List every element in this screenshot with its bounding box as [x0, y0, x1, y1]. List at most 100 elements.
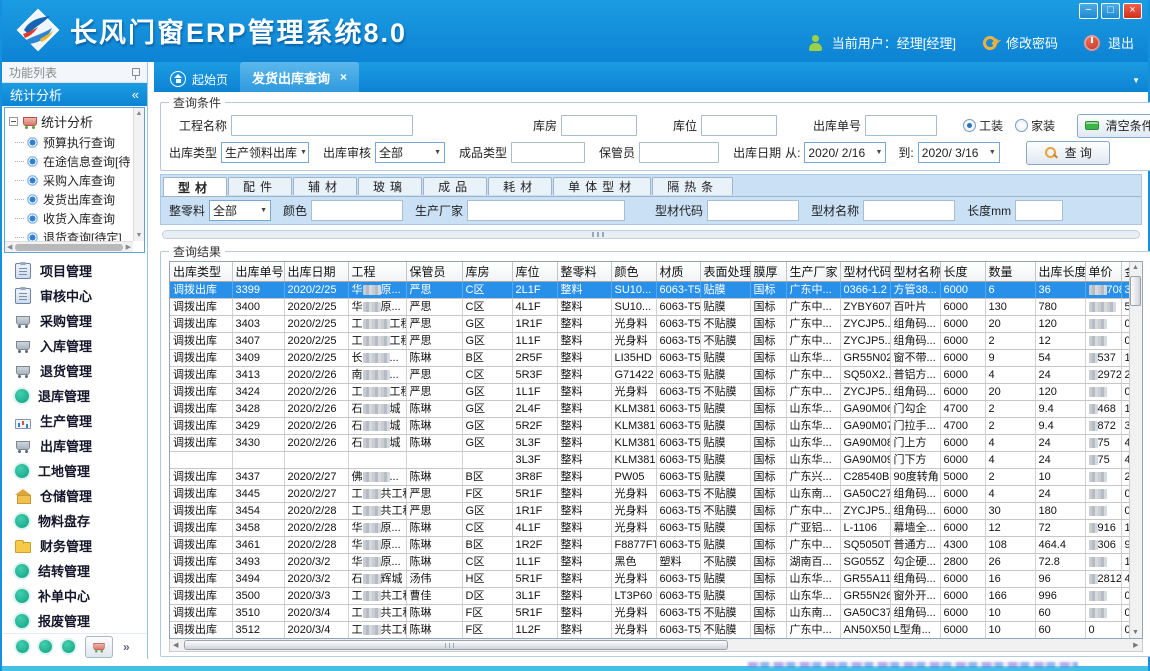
sidebar-item[interactable]: 退货管理	[2, 358, 147, 383]
dot-icon[interactable]	[62, 640, 75, 653]
material-tab[interactable]: 玻璃	[358, 177, 422, 195]
tree-horizontal-scrollbar[interactable]: ◀▶	[5, 241, 133, 252]
column-header[interactable]: 保管员	[406, 262, 462, 281]
sidebar-item[interactable]: 入库管理	[2, 333, 147, 358]
order-no-input[interactable]	[865, 115, 937, 136]
tree-root[interactable]: 统计分析	[5, 108, 144, 133]
tab-home[interactable]: 起始页	[158, 66, 240, 92]
table-row[interactable]: 调拨出库34072020/2/25工工程严思G区1L1F整料光身料6063-T5…	[170, 332, 1141, 349]
material-tab[interactable]: 隔热条	[652, 177, 733, 195]
table-row[interactable]: 调拨出库34242020/2/26工工程严思G区1L1F整料光身料6063-T5…	[170, 383, 1141, 400]
tree-item[interactable]: 预算执行查询	[15, 133, 144, 152]
sidebar-item[interactable]: 审核中心	[2, 283, 147, 308]
whole-part-select[interactable]: 全部▼	[209, 200, 271, 221]
table-row[interactable]: 调拨出库34452020/2/27工共工程严思F区5R1F整料光身料6063-T…	[170, 485, 1141, 502]
scrollbar-thumb[interactable]	[15, 244, 122, 251]
search-button[interactable]: 查 询	[1026, 141, 1110, 165]
close-button[interactable]: ×	[1123, 3, 1142, 19]
tab-close-icon[interactable]: ×	[340, 70, 347, 84]
sidebar-item[interactable]: 财务管理	[2, 533, 147, 558]
column-header[interactable]: 材质	[656, 262, 700, 281]
tree-vertical-scrollbar[interactable]: ▲▼	[133, 108, 144, 241]
column-header[interactable]: 型材名称	[890, 262, 940, 281]
sidebar-item[interactable]: 项目管理	[2, 258, 147, 283]
panel-scrollbar[interactable]	[162, 230, 1140, 239]
table-row[interactable]: 调拨出库34292020/2/26石城陈琳G区5R2F整料KLM38176063…	[170, 417, 1141, 434]
material-tab[interactable]: 成品	[423, 177, 487, 195]
column-header[interactable]: 型材代码	[840, 262, 890, 281]
column-header[interactable]: 工程	[348, 262, 406, 281]
horizontal-scrollbar-thumb[interactable]	[184, 640, 728, 650]
table-row[interactable]: 调拨出库34002020/2/25华原...严思C区4L1F整料SU10...6…	[170, 298, 1141, 315]
table-row[interactable]: 调拨出库35122020/3/4工共工程陈琳F区1L2F整料光身料6063-T5…	[170, 621, 1141, 638]
date-to-select[interactable]: 2020/ 3/16▼	[918, 142, 1000, 163]
sidebar-item[interactable]: 结转管理	[2, 558, 147, 583]
scroll-right-icon[interactable]: ▶	[1133, 641, 1138, 649]
length-input[interactable]	[1015, 200, 1063, 221]
column-header[interactable]: 出库类型	[170, 262, 232, 281]
radio-gongzhuang[interactable]: 工装	[963, 117, 1003, 134]
material-tab[interactable]: 型材	[163, 177, 227, 196]
sidebar-item[interactable]: 出库管理	[2, 433, 147, 458]
scroll-right-icon[interactable]: ▶	[126, 243, 131, 251]
scrollbar-grip[interactable]	[592, 232, 606, 237]
cart-toolbar-button[interactable]	[85, 636, 113, 658]
table-row[interactable]: 调拨出库34132020/2/26南...严思C区5R3F整料G71422606…	[170, 366, 1141, 383]
column-header[interactable]: 单价	[1085, 262, 1121, 281]
profile-name-input[interactable]	[863, 200, 955, 221]
column-header[interactable]: 颜色	[611, 262, 656, 281]
product-type-input[interactable]	[511, 142, 585, 163]
table-horizontal-scrollbar[interactable]: ◀▶	[169, 639, 1143, 652]
column-header[interactable]: 出库日期	[284, 262, 348, 281]
sidebar-item[interactable]: 物料盘存	[2, 508, 147, 533]
scroll-up-icon[interactable]: ▲	[136, 110, 143, 117]
maximize-button[interactable]: □	[1101, 3, 1120, 19]
scroll-left-icon[interactable]: ◀	[173, 641, 178, 649]
table-row[interactable]: 调拨出库34032020/2/25工工程严思G区1R1F整料光身料6063-T5…	[170, 315, 1141, 332]
column-header[interactable]: 生产厂家	[786, 262, 840, 281]
table-row[interactable]: 调拨出库33992020/2/25华原...严思C区2L1F整料SU10...6…	[170, 281, 1141, 298]
change-password-button[interactable]: 修改密码	[1006, 33, 1058, 52]
audit-select[interactable]: 全部▼	[375, 142, 445, 163]
table-row[interactable]: 调拨出库34612020/2/28华原...陈琳B区1R2F整料F8877FT6…	[170, 536, 1141, 553]
table-row[interactable]: 调拨出库34942020/3/2石辉城汤伟H区5R1F整料光身料6063-T5贴…	[170, 570, 1141, 587]
pin-icon[interactable]	[132, 68, 140, 76]
sidebar-item[interactable]: 工地管理	[2, 458, 147, 483]
column-header[interactable]: 长度	[940, 262, 985, 281]
table-vertical-scrollbar[interactable]: ▲▼	[1129, 262, 1142, 638]
maker-input[interactable]	[467, 200, 625, 221]
table-row[interactable]: 3L3F整料KLM38176063-T5贴膜国标山东华...GA90M09.门下…	[170, 451, 1141, 468]
color-input[interactable]	[311, 200, 403, 221]
collapse-icon[interactable]: «	[132, 87, 139, 102]
keeper-input[interactable]	[639, 142, 719, 163]
column-header[interactable]: 数量	[985, 262, 1035, 281]
minimize-button[interactable]: −	[1079, 3, 1098, 19]
column-header[interactable]: 整零料	[557, 262, 611, 281]
radio-jiazhuang[interactable]: 家装	[1015, 117, 1055, 134]
scroll-down-icon[interactable]: ▼	[1132, 629, 1139, 636]
table-row[interactable]: 调拨出库34582020/2/28华原...陈琳C区4L1F整料光身料6063-…	[170, 519, 1141, 536]
table-row[interactable]: 调拨出库34302020/2/26石城陈琳G区3L3F整料KLM38176063…	[170, 434, 1141, 451]
material-tab[interactable]: 单体型材	[553, 177, 651, 195]
tree-item[interactable]: 采购入库查询	[15, 171, 144, 190]
material-tab[interactable]: 辅材	[293, 177, 357, 195]
column-header[interactable]: 库房	[462, 262, 512, 281]
scroll-left-icon[interactable]: ◀	[7, 243, 12, 251]
table-row[interactable]: 调拨出库34542020/2/28工共工程严思G区1R1F整料光身料6063-T…	[170, 502, 1141, 519]
sidebar-item[interactable]: 报废管理	[2, 608, 147, 633]
tab-shipment-query[interactable]: 发货出库查询 ×	[240, 62, 359, 92]
logout-button[interactable]: 退出	[1108, 33, 1134, 52]
out-type-select[interactable]: 生产领料出库▼	[221, 142, 309, 163]
table-row[interactable]: 调拨出库34282020/2/26石城陈琳G区2L4F整料KLM38176063…	[170, 400, 1141, 417]
sidebar-item[interactable]: 生产管理	[2, 408, 147, 433]
vertical-scrollbar-thumb[interactable]	[1130, 276, 1141, 306]
sidebar-item[interactable]: 采购管理	[2, 308, 147, 333]
sidebar-item[interactable]: 补单中心	[2, 583, 147, 608]
column-header[interactable]: 出库长度	[1035, 262, 1085, 281]
dot-icon[interactable]	[39, 640, 52, 653]
table-row[interactable]: 调拨出库35002020/3/3工共工程曹佳D区3L1F整料LT3P606063…	[170, 587, 1141, 604]
tree-item[interactable]: 在途信息查询[待	[15, 152, 144, 171]
location-input[interactable]	[701, 115, 777, 136]
tree-item[interactable]: 发货出库查询	[15, 190, 144, 209]
scroll-up-icon[interactable]: ▲	[1132, 264, 1139, 271]
